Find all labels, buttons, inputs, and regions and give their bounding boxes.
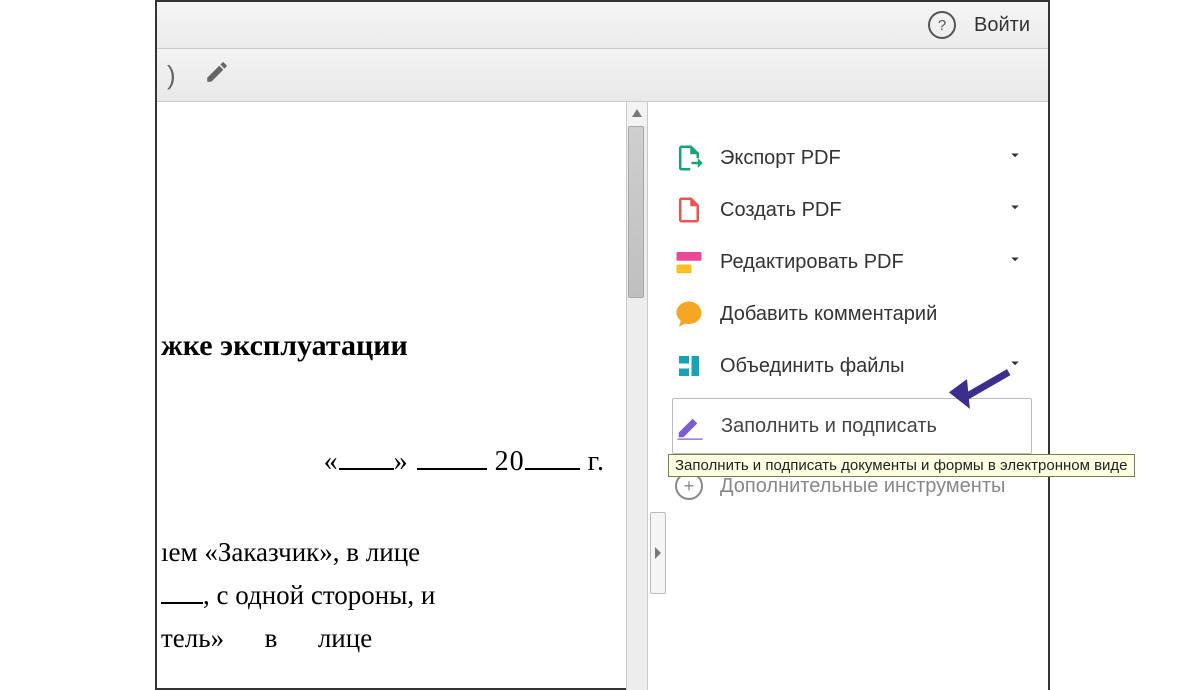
tool-add-comment[interactable]: Добавить комментарий xyxy=(672,288,1032,340)
tooltip-fill-sign: Заполнить и подписать документы и формы … xyxy=(668,454,1135,477)
login-link[interactable]: Войти xyxy=(974,14,1030,37)
document-viewport[interactable]: жке эксплуатации « » 20 г. ıем «Заказчик»… xyxy=(157,102,648,690)
date-year-suffix: г. xyxy=(580,446,605,477)
document-content: жке эксплуатации « » 20 г. ıем «Заказчик»… xyxy=(157,102,627,660)
titlebar: ? Войти xyxy=(157,2,1048,49)
date-day-blank xyxy=(339,468,394,470)
tool-create-pdf[interactable]: Создать PDF xyxy=(672,184,1032,236)
tool-edit-pdf[interactable]: Редактировать PDF xyxy=(672,236,1032,288)
doc-line-1: ıем «Заказчик», в лице xyxy=(161,537,420,567)
tool-label: Создать PDF xyxy=(720,199,842,222)
date-quote-open: « xyxy=(324,446,339,477)
tool-label: Экспорт PDF xyxy=(720,147,841,170)
chevron-down-icon xyxy=(1006,146,1024,170)
tools-pane: Экспорт PDF Создать PDF Редактировать PD… xyxy=(648,102,1048,690)
tool-partial-icon: ) xyxy=(167,60,176,91)
pen-icon[interactable] xyxy=(204,59,230,92)
tool-label: Добавить комментарий xyxy=(720,303,937,326)
date-quote-close: » xyxy=(394,446,409,477)
toolbar: ) xyxy=(157,49,1048,102)
doc-line-3b: в xyxy=(265,623,278,653)
doc-paragraph: ıем «Заказчик», в лице , с одной стороны… xyxy=(157,531,627,661)
doc-heading: жке эксплуатации xyxy=(157,322,627,370)
tool-label: Объединить файлы xyxy=(720,355,905,378)
tool-label: Редактировать PDF xyxy=(720,251,904,274)
help-icon[interactable]: ? xyxy=(928,11,956,39)
date-year-prefix: 20 xyxy=(495,446,525,477)
doc-blank-inline xyxy=(161,602,203,604)
collapse-handle[interactable] xyxy=(650,512,666,594)
combine-files-icon xyxy=(674,351,704,381)
edit-pdf-icon xyxy=(674,247,704,277)
doc-line-3c: лице xyxy=(318,623,372,653)
chevron-down-icon xyxy=(1006,250,1024,274)
tool-label: Дополнительные инструменты xyxy=(720,475,1005,498)
doc-line-3a: тель» xyxy=(161,623,224,653)
tool-label: Заполнить и подписать xyxy=(721,415,937,438)
date-month-blank xyxy=(417,468,487,470)
scroll-up-button[interactable] xyxy=(626,102,647,126)
doc-line-2: , с одной стороны, и xyxy=(203,580,435,610)
date-year-blank xyxy=(525,468,580,470)
tool-export-pdf[interactable]: Экспорт PDF xyxy=(672,132,1032,184)
comment-icon xyxy=(674,299,704,329)
app-frame: ? Войти ) жке эксплуатации «» 20 г. ıем xyxy=(155,0,1050,690)
export-pdf-icon xyxy=(674,143,704,173)
doc-date-line: « » 20 г. xyxy=(157,440,627,485)
fill-sign-icon xyxy=(675,411,705,441)
create-pdf-icon xyxy=(674,195,704,225)
chevron-down-icon xyxy=(1006,198,1024,222)
scrollbar-thumb[interactable] xyxy=(628,126,644,298)
